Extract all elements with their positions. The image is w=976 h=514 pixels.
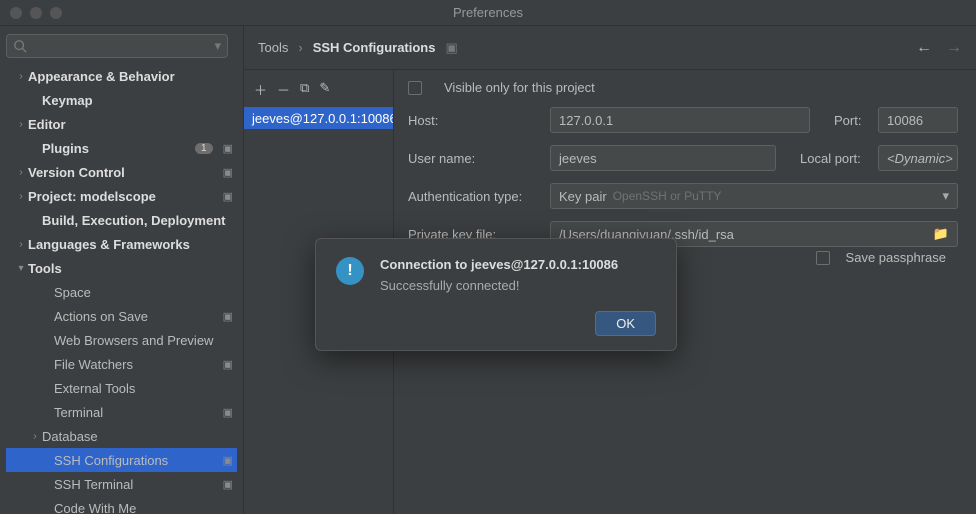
- sidebar-item-label: Plugins: [42, 141, 195, 156]
- sidebar-item-space[interactable]: Space: [6, 280, 237, 304]
- chevron-right-icon: ›: [28, 431, 42, 442]
- sidebar-item-label: Build, Execution, Deployment: [42, 213, 233, 228]
- sidebar-item-file-watchers[interactable]: File Watchers▣: [6, 352, 237, 376]
- project-scope-icon: ▣: [217, 478, 233, 491]
- ok-button[interactable]: OK: [595, 311, 656, 336]
- search-input[interactable]: ▾: [6, 34, 228, 58]
- minimize-icon[interactable]: [30, 7, 42, 19]
- sidebar-item-label: Appearance & Behavior: [28, 69, 233, 84]
- sidebar-item-project-modelscope[interactable]: ›Project: modelscope▣: [6, 184, 237, 208]
- save-passphrase-label: Save passphrase: [846, 250, 946, 265]
- save-passphrase-checkbox[interactable]: [816, 251, 830, 265]
- sidebar-item-label: SSH Terminal: [54, 477, 217, 492]
- chevron-right-icon: ›: [298, 40, 302, 55]
- project-scope-icon: ▣: [217, 166, 233, 179]
- sidebar-item-terminal[interactable]: Terminal▣: [6, 400, 237, 424]
- close-icon[interactable]: [10, 7, 22, 19]
- sidebar-item-keymap[interactable]: Keymap: [6, 88, 237, 112]
- sidebar-item-label: Project: modelscope: [28, 189, 217, 204]
- sidebar-item-label: Code With Me: [54, 501, 233, 514]
- breadcrumb-root[interactable]: Tools: [258, 40, 288, 55]
- sidebar-item-web-browsers-and-preview[interactable]: Web Browsers and Preview: [6, 328, 237, 352]
- titlebar: Preferences: [0, 0, 976, 26]
- sidebar-item-label: File Watchers: [54, 357, 217, 372]
- visible-only-checkbox[interactable]: [408, 81, 422, 95]
- project-scope-icon: ▣: [217, 358, 233, 371]
- localport-input[interactable]: <Dynamic>: [878, 145, 958, 171]
- sidebar-item-database[interactable]: ›Database: [6, 424, 237, 448]
- info-icon: !: [336, 257, 364, 285]
- sidebar-item-editor[interactable]: ›Editor: [6, 112, 237, 136]
- project-scope-icon: ▣: [217, 190, 233, 203]
- sidebar-item-label: Keymap: [42, 93, 233, 108]
- sidebar-item-tools[interactable]: ▾Tools: [6, 256, 237, 280]
- search-caret: ▾: [214, 38, 221, 54]
- window-title: Preferences: [453, 5, 523, 20]
- window-controls[interactable]: [10, 7, 62, 19]
- sidebar-item-label: Space: [54, 285, 233, 300]
- visible-only-label: Visible only for this project: [444, 80, 595, 95]
- sidebar-item-ssh-terminal[interactable]: SSH Terminal▣: [6, 472, 237, 496]
- chevron-down-icon: ▾: [14, 263, 28, 274]
- sidebar-item-appearance-behavior[interactable]: ›Appearance & Behavior: [6, 64, 237, 88]
- folder-icon[interactable]: 📁: [933, 226, 949, 242]
- project-scope-icon: ▣: [217, 454, 233, 467]
- sidebar-item-label: Tools: [28, 261, 233, 276]
- sidebar-item-label: Database: [42, 429, 233, 444]
- dialog-message: Successfully connected!: [380, 278, 618, 293]
- dialog-title: Connection to jeeves@127.0.0.1:10086: [380, 257, 618, 272]
- username-label: User name:: [408, 151, 536, 166]
- chevron-right-icon: ›: [14, 167, 28, 178]
- save-passphrase-row: Save passphrase: [816, 250, 946, 265]
- badge: 1: [195, 143, 213, 154]
- host-label: Host:: [408, 113, 536, 128]
- username-input[interactable]: jeeves: [550, 145, 776, 171]
- remove-button[interactable]: －: [277, 80, 290, 99]
- sidebar-item-external-tools[interactable]: External Tools: [6, 376, 237, 400]
- sidebar-item-label: Version Control: [28, 165, 217, 180]
- sidebar-item-label: Actions on Save: [54, 309, 217, 324]
- host-input[interactable]: 127.0.0.1: [550, 107, 810, 133]
- settings-tree: ›Appearance & BehaviorKeymap›EditorPlugi…: [6, 64, 237, 514]
- project-scope-icon: ▣: [217, 142, 233, 155]
- port-label: Port:: [824, 113, 864, 128]
- sidebar-item-languages-frameworks[interactable]: ›Languages & Frameworks: [6, 232, 237, 256]
- auth-label: Authentication type:: [408, 189, 536, 204]
- add-button[interactable]: ＋: [254, 80, 267, 99]
- chevron-right-icon: ›: [14, 71, 28, 82]
- sidebar-item-code-with-me[interactable]: Code With Me: [6, 496, 237, 514]
- maximize-icon[interactable]: [50, 7, 62, 19]
- connection-dialog: ! Connection to jeeves@127.0.0.1:10086 S…: [315, 238, 677, 351]
- breadcrumb-current: SSH Configurations: [313, 40, 436, 55]
- copy-button[interactable]: ⧉: [300, 80, 309, 99]
- list-item[interactable]: jeeves@127.0.0.1:10086: [244, 107, 393, 129]
- chevron-right-icon: ›: [14, 191, 28, 202]
- project-scope-icon: ▣: [217, 310, 233, 323]
- sidebar-item-plugins[interactable]: Plugins1 ▣: [6, 136, 237, 160]
- sidebar-item-label: Editor: [28, 117, 233, 132]
- breadcrumb: Tools › SSH Configurations ▣ ← →: [244, 26, 976, 70]
- localport-label: Local port:: [790, 151, 864, 166]
- sidebar-item-label: SSH Configurations: [54, 453, 217, 468]
- sidebar-item-build-execution-deployment[interactable]: Build, Execution, Deployment: [6, 208, 237, 232]
- sidebar: ▾ ›Appearance & BehaviorKeymap›EditorPlu…: [0, 26, 244, 514]
- sidebar-item-actions-on-save[interactable]: Actions on Save▣: [6, 304, 237, 328]
- sidebar-item-label: Languages & Frameworks: [28, 237, 233, 252]
- search-icon: [13, 39, 27, 53]
- forward-button[interactable]: →: [946, 39, 962, 57]
- sidebar-item-label: Web Browsers and Preview: [54, 333, 233, 348]
- sidebar-item-label: External Tools: [54, 381, 233, 396]
- project-scope-icon: ▣: [445, 40, 457, 56]
- auth-type-select[interactable]: Key pairOpenSSH or PuTTY: [550, 183, 958, 209]
- project-scope-icon: ▣: [217, 406, 233, 419]
- sidebar-item-ssh-configurations[interactable]: SSH Configurations▣: [6, 448, 237, 472]
- port-input[interactable]: 10086: [878, 107, 958, 133]
- sidebar-item-version-control[interactable]: ›Version Control▣: [6, 160, 237, 184]
- chevron-right-icon: ›: [14, 119, 28, 130]
- sidebar-item-label: Terminal: [54, 405, 217, 420]
- edit-button[interactable]: ✎: [319, 80, 330, 99]
- back-button[interactable]: ←: [916, 39, 932, 57]
- chevron-right-icon: ›: [14, 239, 28, 250]
